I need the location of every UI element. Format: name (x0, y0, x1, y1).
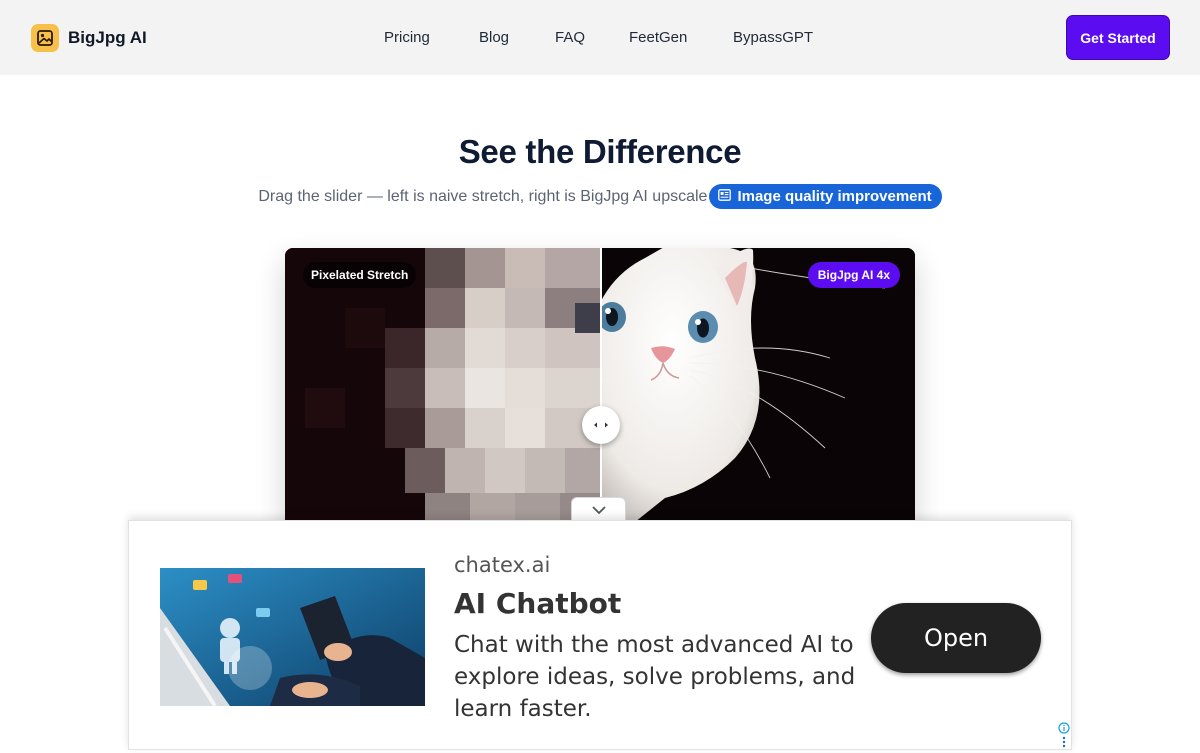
nav-bypassgpt[interactable]: BypassGPT (733, 28, 813, 48)
slider-divider[interactable] (600, 248, 602, 538)
info-icon[interactable] (1058, 722, 1070, 748)
nav-feetgen[interactable]: FeetGen (629, 28, 687, 48)
site-header: BigJpg AI Pricing Blog FAQ FeetGen Bypas… (0, 0, 1200, 75)
comparison-slider[interactable]: Pixelated Stretch BigJpg AI 4x (285, 248, 915, 538)
ad-description: Chat with the most advanced AI to explor… (454, 632, 856, 722)
slider-handle[interactable] (582, 406, 620, 444)
article-icon (718, 188, 732, 205)
ad-image[interactable] (160, 568, 425, 706)
pixelated-stretch-label: Pixelated Stretch (303, 262, 417, 288)
chevron-down-icon (591, 502, 607, 520)
get-started-button[interactable]: Get Started (1066, 15, 1170, 60)
ad-domain: chatex.ai (454, 553, 551, 577)
ad-title[interactable]: AI Chatbot (454, 587, 621, 620)
section-subtitle: Drag the slider — left is naive stretch,… (258, 187, 708, 205)
nav-faq[interactable]: FAQ (555, 28, 585, 48)
nav-pricing[interactable]: Pricing (384, 28, 430, 48)
section-title: See the Difference (458, 133, 742, 170)
nav-blog[interactable]: Blog (479, 28, 509, 48)
ad-banner[interactable]: chatex.ai AI Chatbot Chat with the most … (128, 520, 1072, 750)
image-quality-chip[interactable]: Image quality improvement (709, 184, 942, 209)
subtitle-row: Drag the slider — left is naive stretch,… (0, 184, 1200, 209)
pixelated-cat-image (285, 248, 600, 538)
main-nav: Pricing Blog FAQ FeetGen BypassGPT (0, 28, 1200, 48)
upscaled-cat-image (600, 248, 915, 538)
bigjpg-ai-label: BigJpg AI 4x (807, 262, 900, 288)
arrows-horizontal-icon (593, 418, 609, 432)
chip-label: Image quality improvement (737, 188, 932, 205)
ad-open-button[interactable]: Open (871, 603, 1041, 673)
